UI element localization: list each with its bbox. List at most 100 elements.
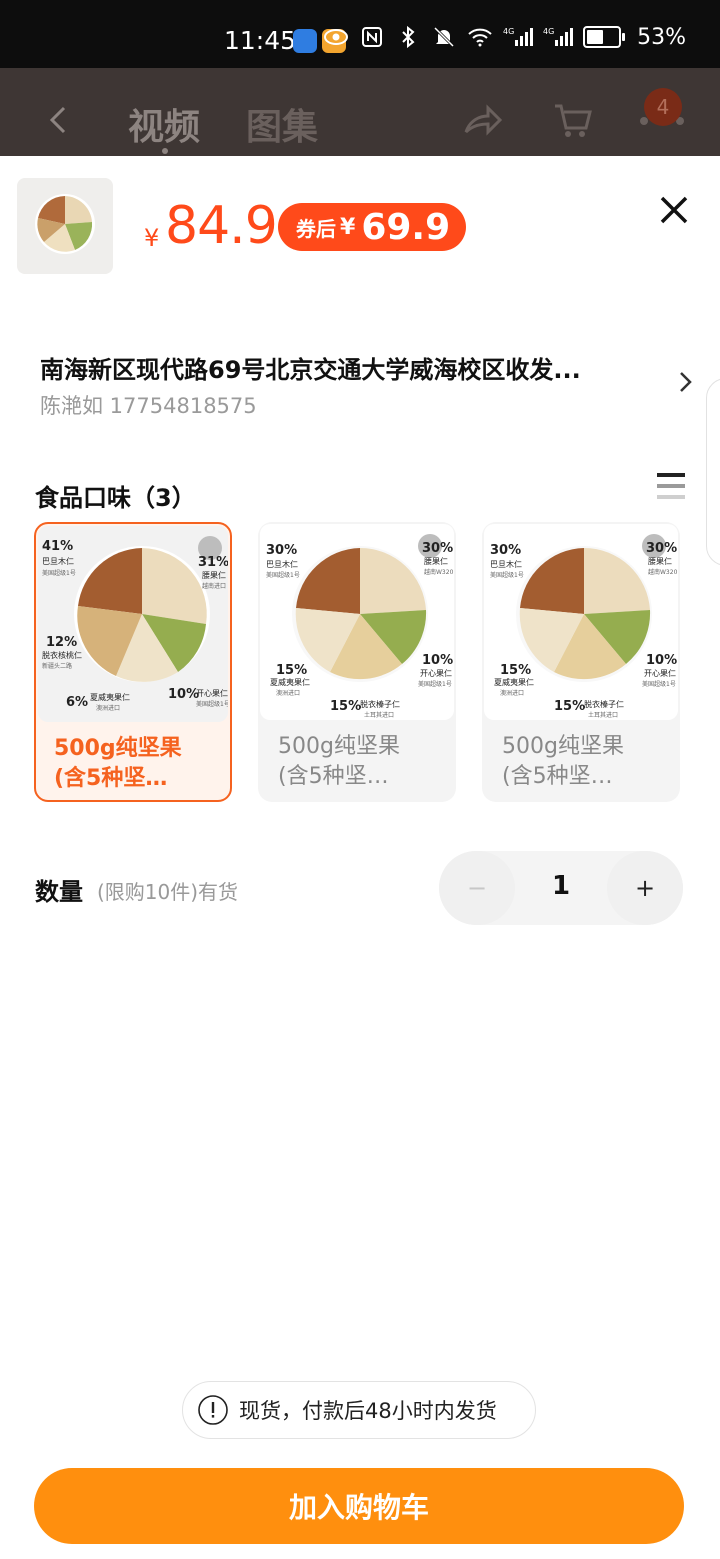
pct-e: 10% [168,687,199,702]
pct-c: 15% [276,663,307,678]
pct-b: 30% [646,541,677,556]
pct-c: 15% [500,663,531,678]
sub-e: 美国超级1号 [642,680,676,688]
pct-e: 10% [646,653,677,668]
close-icon[interactable] [656,192,692,228]
sub-d: 土耳其进口 [364,711,394,719]
sub-d: 澳洲进口 [96,704,120,712]
name-c: 夏威夷果仁 [270,677,310,687]
product-price: 84.9 [165,196,278,256]
decrease-button[interactable]: − [439,851,515,925]
sub-d: 土耳其进口 [588,711,618,719]
sub-a: 美国超级1号 [266,571,300,579]
nfc-icon [362,27,383,47]
name-e: 开心果仁 [196,688,228,698]
nut-mix-chart-image: 41% 巴旦木仁 美国超级1号 31% 腰果仁 越南进口 12% 脱衣核桃仁 新… [42,536,228,712]
sub-c: 新疆头二路 [42,662,72,670]
quantity-value[interactable]: 1 [535,871,587,901]
signal-4g-icon: 4G [503,27,534,46]
pct-d: 6% [66,695,88,710]
sub-c: 澳洲进口 [276,689,300,697]
quantity-label: 数量 [35,878,83,906]
sub-a: 美国超级1号 [490,571,524,579]
network-4g-label-2: 4G [543,27,554,36]
name-a: 巴旦木仁 [42,556,74,566]
wifi-icon [468,28,492,47]
product-thumbnail[interactable] [17,178,113,274]
flavor-option-label: 500g纯坚果 (含5种坚… [54,736,182,791]
coupon-label: 券后 [296,216,336,241]
bluetooth-icon [402,25,415,49]
sub-e: 美国超级1号 [418,680,452,688]
sub-b: 越南W320 [424,568,454,576]
flavor-option-image: 30% 巴旦木仁 美国超级1号 30% 腰果仁 越南W320 15% 夏威夷果仁… [260,524,454,720]
nut-mix-chart-image: 30% 巴旦木仁 美国超级1号 30% 腰果仁 越南W320 15% 夏威夷果仁… [490,534,678,719]
side-drawer-edge [706,378,720,566]
contact-info: 陈滟如 17754818575 [40,394,257,418]
cart-icon[interactable] [552,100,592,140]
pct-d: 15% [554,699,585,714]
battery-icon [583,26,626,48]
shipping-notice: 现货，付款后48小时内发货 [182,1381,536,1439]
coupon-price-badge: 券后 ¥ 69.9 [278,203,466,251]
name-d: 脱衣榛子仁 [584,699,624,709]
increase-button[interactable]: + [607,851,683,925]
share-icon[interactable] [462,102,502,138]
sub-c: 澳洲进口 [500,689,524,697]
flavor-option-2[interactable]: 30% 巴旦木仁 美国超级1号 30% 腰果仁 越南W320 15% 夏威夷果仁… [258,522,456,802]
sub-b: 越南W320 [648,568,678,576]
name-e: 开心果仁 [644,668,676,678]
status-time: 11:45 [224,26,297,55]
name-a: 巴旦木仁 [490,559,522,569]
name-b: 腰果仁 [202,570,226,580]
name-b: 腰果仁 [424,556,448,566]
quantity-stepper: − 1 + [439,851,683,925]
tab-video[interactable]: 视频 [128,98,200,150]
flavor-option-label: 500g纯坚果 (含5种坚… [278,734,400,789]
pct-d: 15% [330,699,361,714]
pct-b: 30% [422,541,453,556]
flavor-option-1[interactable]: 41% 巴旦木仁 美国超级1号 31% 腰果仁 越南进口 12% 脱衣核桃仁 新… [34,522,232,802]
chevron-right-icon[interactable] [676,371,696,393]
pct-e: 10% [422,653,453,668]
page-header: 视频 图集 [0,68,720,156]
flavor-option-image: 41% 巴旦木仁 美国超级1号 31% 腰果仁 越南进口 12% 脱衣核桃仁 新… [38,526,228,722]
tab-active-indicator [162,148,168,154]
nut-mix-chart-image: 30% 巴旦木仁 美国超级1号 30% 腰果仁 越南W320 15% 夏威夷果仁… [266,534,454,719]
flavor-section-title: 食品口味（3） [35,484,196,512]
flavor-option-label: 500g纯坚果 (含5种坚… [502,734,624,789]
cart-count-badge: 4 [644,88,682,126]
pct-a: 30% [266,543,297,558]
back-arrow-icon[interactable] [46,104,70,136]
signal-4g-icon-2: 4G [543,27,574,46]
mute-bell-icon [434,26,455,48]
sub-a: 美国超级1号 [42,569,76,577]
sub-e: 美国超级1号 [196,700,228,708]
sub-b: 越南进口 [202,582,226,590]
eye-icon [324,29,349,45]
shipping-address[interactable]: 南海新区现代路69号北京交通大学威海校区收发... [40,350,660,385]
name-c: 夏威夷果仁 [494,677,534,687]
chat-notification-icon [293,29,317,53]
status-bar: 11:45 4G 4G 53% [0,0,720,68]
price-currency: ¥ [144,224,160,252]
mixed-nuts-thumbnail-icon [35,194,95,254]
name-e: 开心果仁 [420,668,452,678]
tab-gallery[interactable]: 图集 [246,98,318,150]
name-a: 巴旦木仁 [266,559,298,569]
list-view-icon[interactable] [657,472,685,500]
flavor-option-3[interactable]: 30% 巴旦木仁 美国超级1号 30% 腰果仁 越南W320 15% 夏威夷果仁… [482,522,680,802]
coupon-price: 69.9 [361,206,451,248]
pct-c: 12% [46,635,77,650]
coupon-currency: ¥ [340,214,356,240]
name-d: 夏威夷果仁 [90,692,130,702]
flavor-option-image: 30% 巴旦木仁 美国超级1号 30% 腰果仁 越南W320 15% 夏威夷果仁… [484,524,678,720]
battery-percent: 53% [637,24,686,50]
info-exclamation-icon [198,1395,228,1425]
name-c: 脱衣核桃仁 [42,650,82,660]
add-to-cart-button[interactable]: 加入购物车 [34,1468,684,1544]
quantity-limit-note: (限购10件)有货 [97,880,239,904]
pct-a: 41% [42,539,73,554]
pct-b: 31% [198,555,228,570]
name-b: 腰果仁 [648,556,672,566]
